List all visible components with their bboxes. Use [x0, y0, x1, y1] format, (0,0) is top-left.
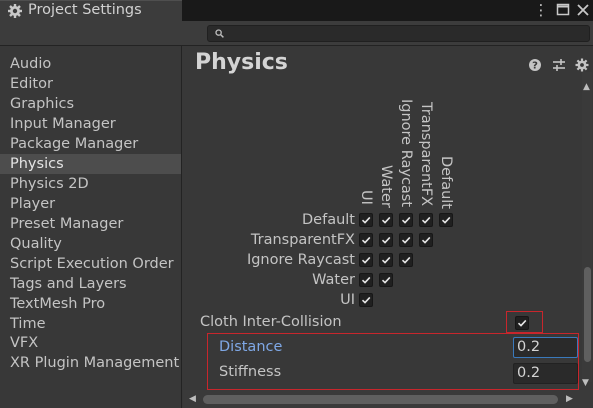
- preset-icon[interactable]: [552, 58, 566, 72]
- scroll-up-icon[interactable]: ▲: [583, 82, 590, 92]
- sidebar-item-tags-and-layers[interactable]: Tags and Layers: [0, 274, 181, 294]
- stiffness-field[interactable]: 0.2: [513, 363, 578, 384]
- cloth-inter-collision-checkbox[interactable]: [515, 316, 529, 330]
- matrix-column-ui: UI: [358, 190, 374, 205]
- search-input[interactable]: [207, 25, 590, 42]
- matrix-checkbox[interactable]: [359, 233, 373, 247]
- scroll-right-icon[interactable]: ▶: [566, 394, 573, 404]
- sidebar-item-physics-2d[interactable]: Physics 2D: [0, 174, 181, 194]
- matrix-checkbox[interactable]: [359, 273, 373, 287]
- matrix-row-transparentfx: TransparentFX: [250, 232, 355, 248]
- page-title: Physics: [195, 50, 288, 75]
- sidebar-item-xr-plugin-management[interactable]: XR Plugin Management: [0, 353, 181, 373]
- matrix-checkbox[interactable]: [359, 253, 373, 267]
- gear-icon: [8, 4, 22, 18]
- sidebar-item-audio[interactable]: Audio: [0, 54, 181, 74]
- matrix-checkbox[interactable]: [399, 213, 413, 227]
- vertical-scroll-thumb[interactable]: [584, 267, 591, 362]
- sidebar-item-vfx[interactable]: VFX: [0, 333, 181, 353]
- matrix-row-ignore-raycast: Ignore Raycast: [246, 252, 355, 268]
- maximize-icon[interactable]: [554, 1, 572, 19]
- distance-field[interactable]: 0.2: [513, 337, 578, 358]
- vertical-scrollbar[interactable]: ▲: [582, 72, 592, 382]
- matrix-checkbox[interactable]: [419, 213, 433, 227]
- sidebar-item-editor[interactable]: Editor: [0, 74, 181, 94]
- title-bar: Project Settings ⋮: [0, 0, 593, 21]
- sidebar-item-preset-manager[interactable]: Preset Manager: [0, 214, 181, 234]
- search-icon: [215, 29, 224, 38]
- sidebar-item-package-manager[interactable]: Package Manager: [0, 134, 181, 154]
- more-vert-icon[interactable]: ⋮: [532, 1, 550, 19]
- matrix-checkbox[interactable]: [419, 233, 433, 247]
- help-icon[interactable]: ?: [528, 58, 542, 72]
- matrix-checkbox[interactable]: [379, 273, 393, 287]
- matrix-checkbox[interactable]: [359, 293, 373, 307]
- sidebar-item-quality[interactable]: Quality: [0, 234, 181, 254]
- scroll-down-icon[interactable]: ▼: [582, 378, 589, 388]
- sidebar-item-physics[interactable]: Physics: [0, 154, 181, 174]
- matrix-checkbox[interactable]: [399, 233, 413, 247]
- matrix-column-ignore-raycast: Ignore Raycast: [398, 99, 414, 208]
- sidebar-item-time[interactable]: Time: [0, 314, 181, 334]
- matrix-checkbox[interactable]: [379, 213, 393, 227]
- matrix-row-water: Water: [312, 272, 355, 288]
- physics-settings-panel: Physics ? UI Water Ignore Raycast Transp…: [183, 46, 593, 408]
- stiffness-label: Stiffness: [219, 364, 282, 380]
- matrix-checkbox[interactable]: [399, 253, 413, 267]
- settings-sidebar: Audio Editor Graphics Input Manager Pack…: [0, 46, 182, 408]
- matrix-row-default: Default: [302, 212, 355, 228]
- scroll-left-icon[interactable]: ◀: [189, 394, 196, 404]
- sidebar-item-graphics[interactable]: Graphics: [0, 94, 181, 114]
- sidebar-item-input-manager[interactable]: Input Manager: [0, 114, 181, 134]
- matrix-column-default: Default: [438, 156, 454, 209]
- matrix-checkbox[interactable]: [439, 213, 453, 227]
- distance-label: Distance: [219, 339, 283, 355]
- window-tab[interactable]: Project Settings: [0, 0, 182, 21]
- matrix-row-ui: UI: [340, 292, 355, 308]
- cloth-inter-collision-label: Cloth Inter-Collision: [200, 314, 342, 330]
- sidebar-item-textmesh-pro[interactable]: TextMesh Pro: [0, 294, 181, 314]
- matrix-checkbox[interactable]: [359, 213, 373, 227]
- sidebar-item-player[interactable]: Player: [0, 194, 181, 214]
- settings-icon[interactable]: [575, 58, 589, 72]
- matrix-column-transparentfx: TransparentFX: [418, 102, 434, 207]
- close-icon[interactable]: [574, 1, 592, 19]
- sidebar-item-script-execution-order[interactable]: Script Execution Order: [0, 254, 181, 274]
- matrix-checkbox[interactable]: [379, 253, 393, 267]
- svg-text:?: ?: [532, 61, 538, 72]
- horizontal-scroll-thumb[interactable]: [203, 395, 558, 404]
- horizontal-scrollbar[interactable]: ◀ ▶ ▼: [183, 378, 593, 408]
- matrix-checkbox[interactable]: [379, 233, 393, 247]
- window-title: Project Settings: [28, 2, 142, 18]
- toolbar: [0, 21, 593, 46]
- matrix-column-water: Water: [378, 165, 394, 208]
